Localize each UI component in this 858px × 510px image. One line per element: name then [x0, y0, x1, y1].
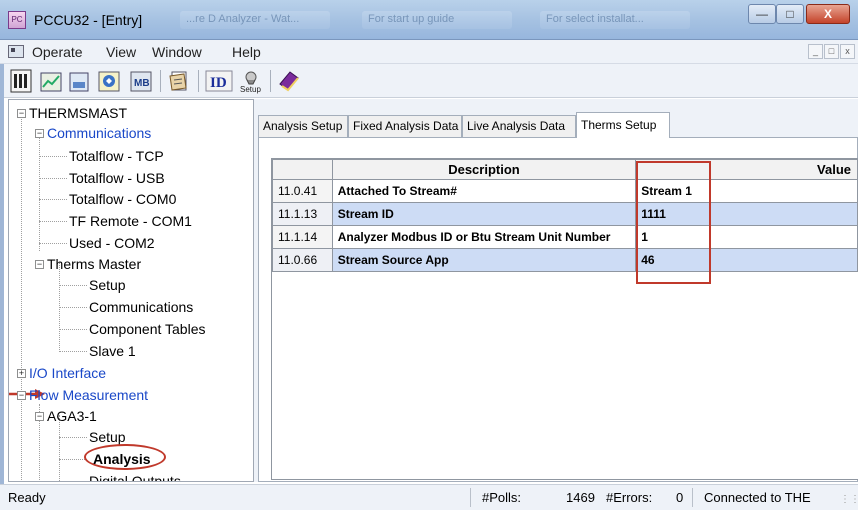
menu-window[interactable]: Window — [152, 44, 202, 60]
background-taskbar-tab: ...re D Analyzer - Wat... — [180, 11, 330, 29]
data-grid: Description Value 11.0.41 Attached To St… — [271, 158, 858, 480]
resize-grip-icon[interactable]: ⋮⋮ — [840, 494, 858, 505]
mdi-close-button[interactable]: x — [840, 44, 855, 59]
row-description: Stream ID — [331, 202, 637, 226]
tree-item[interactable]: Communications — [89, 299, 193, 315]
modbus-icon[interactable]: MB — [128, 68, 154, 94]
svg-text:MB: MB — [134, 78, 150, 89]
document-menu-icon[interactable] — [8, 45, 24, 58]
close-button[interactable]: X — [806, 4, 850, 24]
tree-connector — [39, 133, 40, 251]
tree-item[interactable]: Totalflow - COM0 — [69, 191, 176, 207]
toolbar: MB ID Setup — [0, 64, 858, 98]
window-title: PCCU32 - [Entry] — [34, 12, 143, 28]
table-row[interactable]: 11.0.66 Stream Source App 46 — [272, 248, 858, 272]
calibrate-icon[interactable] — [96, 68, 122, 94]
status-connection: Connected to THE — [704, 490, 811, 505]
tree-item[interactable]: Component Tables — [89, 321, 205, 337]
status-ready: Ready — [8, 490, 46, 505]
row-id: 11.1.14 — [272, 225, 333, 249]
status-polls-label: #Polls: — [482, 490, 522, 505]
toolbar-separator — [198, 70, 199, 92]
tree-item[interactable]: TF Remote - COM1 — [69, 213, 192, 229]
mdi-minimize-button[interactable]: _ — [808, 44, 823, 59]
tree-communications[interactable]: Communications — [47, 125, 151, 141]
status-divider — [470, 488, 471, 507]
expand-toggle[interactable]: + — [17, 369, 26, 378]
tree-connector — [21, 113, 22, 481]
pccu-app-icon[interactable]: PC — [8, 11, 26, 29]
collapse-toggle[interactable]: − — [35, 412, 44, 421]
tree-flow-measurement[interactable]: Flow Measurement — [29, 387, 148, 403]
navigation-tree: − THERMSMAST − Communications Totalflow … — [8, 99, 254, 482]
tab-therms-setup[interactable]: Therms Setup — [576, 112, 670, 138]
tab-fixed-analysis-data[interactable]: Fixed Analysis Data — [348, 115, 462, 137]
collect-icon[interactable] — [66, 68, 92, 94]
tree-root[interactable]: THERMSMAST — [29, 105, 127, 121]
svg-text:ID: ID — [210, 75, 227, 91]
toolbar-separator — [270, 70, 271, 92]
grid-header-row: Description Value — [272, 159, 858, 180]
menu-help[interactable]: Help — [232, 44, 261, 60]
title-bar: PC PCCU32 - [Entry] ...re D Analyzer - W… — [0, 0, 858, 40]
tree-item[interactable]: Used - COM2 — [69, 235, 155, 251]
tab-live-analysis-data[interactable]: Live Analysis Data — [462, 115, 576, 137]
collapse-toggle[interactable]: − — [17, 391, 26, 400]
id-icon[interactable]: ID — [204, 68, 234, 94]
entry-toolbar-icon[interactable] — [38, 68, 64, 94]
collapse-toggle[interactable]: − — [35, 260, 44, 269]
row-id: 11.0.66 — [272, 248, 333, 272]
tree-io-interface[interactable]: I/O Interface — [29, 365, 106, 381]
tab-analysis-setup[interactable]: Analysis Setup — [258, 115, 348, 137]
table-row[interactable]: 11.1.13 Stream ID 1111 — [272, 202, 858, 226]
grid-header-description[interactable]: Description — [331, 159, 637, 180]
setup-icon[interactable]: Setup — [238, 68, 264, 94]
mdi-restore-button[interactable]: □ — [824, 44, 839, 59]
tree-item[interactable]: Slave 1 — [89, 343, 136, 359]
toolbar-separator — [160, 70, 161, 92]
help-book-icon[interactable] — [276, 68, 302, 94]
status-polls-value: 1469 — [566, 490, 595, 505]
row-id: 11.1.13 — [272, 202, 333, 226]
background-taskbar-tab: For select installat... — [540, 11, 690, 29]
collapse-toggle[interactable]: − — [35, 129, 44, 138]
window-left-border — [0, 64, 4, 484]
tree-analysis-selected[interactable]: Analysis — [93, 451, 151, 467]
status-errors-value: 0 — [676, 490, 684, 505]
maximize-button[interactable]: □ — [776, 4, 804, 24]
menu-view[interactable]: View — [106, 44, 136, 60]
table-row[interactable]: 11.1.14 Analyzer Modbus ID or Btu Stream… — [272, 225, 858, 249]
background-taskbar-tab: For start up guide — [362, 11, 512, 29]
entry-icon[interactable] — [8, 68, 34, 94]
tree-item[interactable]: Digital Outputs — [89, 473, 181, 481]
minimize-button[interactable]: — — [748, 4, 776, 24]
row-description: Attached To Stream# — [331, 179, 637, 203]
notes-icon[interactable] — [166, 68, 192, 94]
row-description: Stream Source App — [331, 248, 637, 272]
tree-item[interactable]: Setup — [89, 429, 126, 445]
tree-item[interactable]: Totalflow - TCP — [69, 148, 164, 164]
annotation-box — [636, 161, 711, 284]
tree-connector — [59, 415, 60, 481]
row-description: Analyzer Modbus ID or Btu Stream Unit Nu… — [331, 225, 637, 249]
grid-header-id — [272, 159, 333, 180]
collapse-toggle[interactable]: − — [17, 109, 26, 118]
status-errors-label: #Errors: — [606, 490, 653, 505]
row-id: 11.0.41 — [272, 179, 333, 203]
table-row[interactable]: 11.0.41 Attached To Stream# Stream 1 — [272, 179, 858, 203]
svg-text:Setup: Setup — [240, 85, 261, 94]
menu-operate[interactable]: Operate — [32, 44, 83, 60]
tree-therms-master[interactable]: Therms Master — [47, 256, 141, 272]
content-pane: Analysis Setup Fixed Analysis Data Live … — [258, 99, 858, 482]
status-divider — [692, 488, 693, 507]
status-bar: Ready #Polls: 1469 #Errors: 0 Connected … — [0, 484, 858, 510]
tree-item[interactable]: Setup — [89, 277, 126, 293]
grid-table: Description Value 11.0.41 Attached To St… — [272, 159, 858, 272]
tab-panel: Description Value 11.0.41 Attached To St… — [258, 137, 858, 482]
tree-aga3-1[interactable]: AGA3-1 — [47, 408, 97, 424]
tree-item[interactable]: Totalflow - USB — [69, 170, 165, 186]
menu-bar: Operate View Window Help _ □ x — [0, 40, 858, 64]
